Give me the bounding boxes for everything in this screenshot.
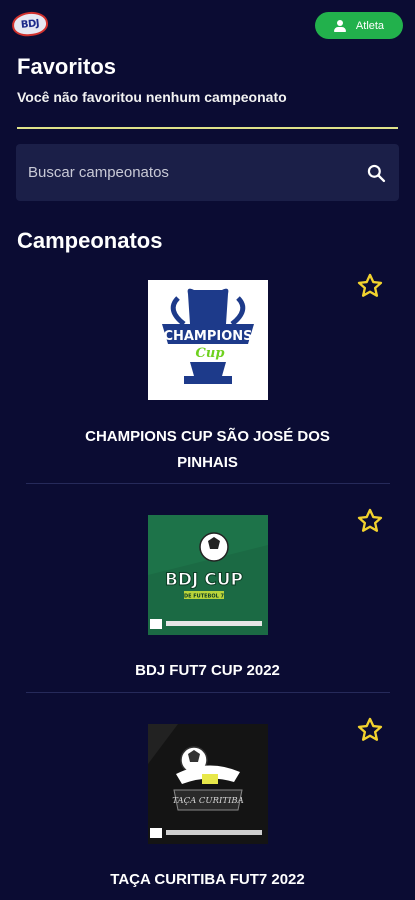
person-icon xyxy=(333,19,346,32)
logo-sub-text: DE FUTEBOL 7 xyxy=(184,594,225,600)
card-divider xyxy=(26,692,390,693)
card-divider xyxy=(26,483,390,484)
championship-logo: TAÇA CURITIBA xyxy=(148,724,268,844)
favorites-empty-message: Você não favoritou nenhum campeonato xyxy=(17,89,287,105)
championship-name[interactable]: TAÇA CURITIBA FUT7 2022 xyxy=(60,867,355,893)
championship-logo: CHAMPIONS Cup xyxy=(148,280,268,400)
championship-name[interactable]: BDJ FUT7 CUP 2022 xyxy=(60,658,355,684)
section-divider xyxy=(17,127,398,129)
star-favorite-icon[interactable] xyxy=(356,507,384,535)
championship-name[interactable]: CHAMPIONS CUP SÃO JOSÉ DOS PINHAIS xyxy=(60,424,355,476)
favorites-title: Favoritos xyxy=(17,54,117,79)
championships-title: Campeonatos xyxy=(17,228,163,253)
star-favorite-icon[interactable] xyxy=(356,716,384,744)
athlete-button[interactable]: Atleta xyxy=(315,12,403,39)
top-bar: BDJ Atleta xyxy=(0,0,415,50)
athlete-button-label: Atleta xyxy=(355,19,385,32)
star-favorite-icon[interactable] xyxy=(356,272,384,300)
search-icon[interactable] xyxy=(366,163,386,183)
search-input[interactable] xyxy=(16,144,346,201)
search-bar[interactable] xyxy=(16,144,399,201)
logo-text: BDJ xyxy=(20,17,40,31)
logo-sub-text: Cup xyxy=(196,346,225,361)
logo-title-text: BDJ CUP xyxy=(165,570,243,590)
logo-title-text: CHAMPIONS xyxy=(163,329,252,344)
bdj-logo[interactable]: BDJ xyxy=(10,10,50,38)
logo-title-text: TAÇA CURITIBA xyxy=(172,796,244,806)
championship-logo: BDJ CUP DE FUTEBOL 7 xyxy=(148,515,268,635)
